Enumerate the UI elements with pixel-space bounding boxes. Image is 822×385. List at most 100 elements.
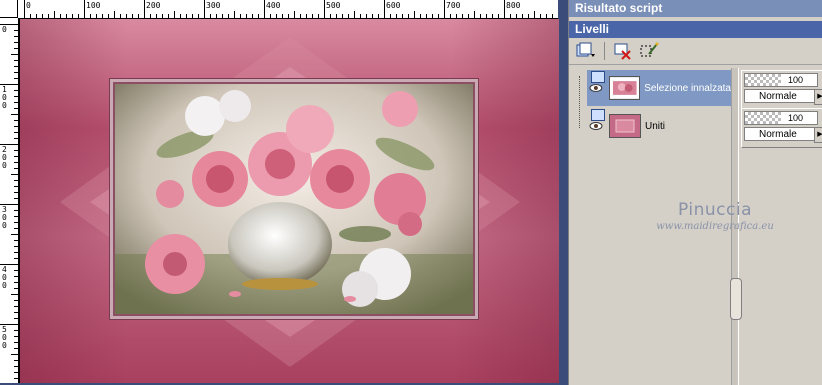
ruler-minor-tick xyxy=(14,300,18,301)
ruler-minor-tick xyxy=(48,14,49,18)
ruler-label: 300 xyxy=(206,1,221,10)
ruler-minor-tick xyxy=(14,120,18,121)
opacity-slider[interactable]: 100 xyxy=(744,73,818,87)
script-output-panel-title[interactable]: Risultato script xyxy=(569,0,822,17)
blend-mode-select[interactable]: Normale ▶ xyxy=(744,89,822,105)
layer-row-uniti[interactable]: Uniti xyxy=(587,108,731,144)
ruler-minor-tick xyxy=(336,14,337,18)
ruler-minor-tick xyxy=(210,14,211,18)
layer-thumbnail xyxy=(609,114,641,138)
ruler-label: 400 xyxy=(2,265,7,290)
ruler-minor-tick xyxy=(14,30,18,31)
ruler-minor-tick xyxy=(14,270,18,271)
ruler-minor-tick xyxy=(150,14,151,18)
ruler-minor-tick xyxy=(72,14,73,18)
ruler-major-tick xyxy=(24,0,25,18)
layer-thumbnail xyxy=(608,76,641,100)
ruler-minor-tick xyxy=(246,14,247,18)
opacity-checker xyxy=(745,74,781,86)
ruler-minor-tick xyxy=(120,14,121,18)
ruler-minor-tick xyxy=(378,14,379,18)
ruler-label: 0 xyxy=(26,1,31,10)
layers-panel-title[interactable]: Livelli xyxy=(569,21,822,38)
layer-name[interactable]: Selezione innalzata xyxy=(644,83,731,94)
ruler-minor-tick xyxy=(14,252,18,253)
opacity-slider[interactable]: 100 xyxy=(744,111,818,125)
eye-icon[interactable] xyxy=(589,83,603,93)
opacity-value: 100 xyxy=(787,75,803,85)
edit-selection-button[interactable] xyxy=(638,41,660,61)
ruler-minor-tick xyxy=(66,14,67,18)
ruler-horizontal: 0 100 200 300 400 500 600 700 800 xyxy=(18,0,558,19)
canvas-area[interactable]: 0 100 200 300 400 500 600 700 800 0 100 200 300 400 5… xyxy=(0,0,568,385)
ruler-minor-tick xyxy=(14,126,18,127)
ruler-minor-tick xyxy=(402,14,403,18)
ruler-major-tick xyxy=(324,0,325,18)
ruler-minor-tick xyxy=(306,14,307,18)
ruler-minor-tick xyxy=(486,14,487,18)
ruler-minor-tick xyxy=(474,11,475,18)
new-layer-button[interactable] xyxy=(575,41,597,61)
ruler-major-tick xyxy=(144,0,145,18)
ruler-minor-tick xyxy=(360,14,361,18)
ruler-minor-tick xyxy=(300,14,301,18)
ruler-minor-tick xyxy=(14,288,18,289)
chevron-right-icon[interactable]: ▶ xyxy=(814,127,822,143)
ruler-minor-tick xyxy=(14,312,18,313)
eye-icon[interactable] xyxy=(589,121,603,131)
ruler-minor-tick xyxy=(14,342,18,343)
chevron-right-icon[interactable]: ▶ xyxy=(814,89,822,105)
ruler-minor-tick xyxy=(288,14,289,18)
ruler-minor-tick xyxy=(14,216,18,217)
ruler-minor-tick xyxy=(510,14,511,18)
ruler-minor-tick xyxy=(11,54,18,55)
ruler-minor-tick xyxy=(258,14,259,18)
ruler-minor-tick xyxy=(516,14,517,18)
ruler-minor-tick xyxy=(216,14,217,18)
layer-tree-line xyxy=(579,76,580,128)
ruler-minor-tick xyxy=(126,14,127,18)
ruler-label: 500 xyxy=(326,1,341,10)
ruler-minor-tick xyxy=(14,210,18,211)
ruler-minor-tick xyxy=(534,11,535,18)
ruler-minor-tick xyxy=(14,90,18,91)
ruler-label: 700 xyxy=(446,1,461,10)
ruler-minor-tick xyxy=(276,14,277,18)
canvas-edge xyxy=(558,0,568,385)
ruler-minor-tick xyxy=(270,14,271,18)
delete-layer-icon xyxy=(614,43,631,60)
ruler-minor-tick xyxy=(14,330,18,331)
ruler-minor-tick xyxy=(198,14,199,18)
layer-row-selezione-innalzata[interactable]: Selezione innalzata xyxy=(587,70,731,106)
ruler-minor-tick xyxy=(14,132,18,133)
layer-name[interactable]: Uniti xyxy=(645,121,665,132)
ruler-minor-tick xyxy=(14,138,18,139)
ruler-minor-tick xyxy=(90,14,91,18)
ruler-minor-tick xyxy=(54,11,55,18)
ruler-minor-tick xyxy=(252,14,253,18)
layers-toolbar xyxy=(569,38,822,65)
ruler-minor-tick xyxy=(390,14,391,18)
ruler-minor-tick xyxy=(14,192,18,193)
toolbar-separator xyxy=(604,42,605,60)
ruler-minor-tick xyxy=(180,14,181,18)
framed-picture[interactable] xyxy=(113,82,475,316)
ruler-minor-tick xyxy=(11,294,18,295)
ruler-minor-tick xyxy=(192,14,193,18)
ruler-minor-tick xyxy=(468,14,469,18)
raster-layer-icon xyxy=(591,71,605,83)
delete-layer-button[interactable] xyxy=(612,41,634,61)
ruler-minor-tick xyxy=(14,156,18,157)
ruler-major-tick xyxy=(84,0,85,18)
ruler-minor-tick xyxy=(11,234,18,235)
blend-mode-select[interactable]: Normale ▶ xyxy=(744,127,822,143)
watermark: Pinuccia www.maidiregrafica.eu xyxy=(640,200,790,232)
ruler-minor-tick xyxy=(14,186,18,187)
ruler-minor-tick xyxy=(450,14,451,18)
ruler-label: 800 xyxy=(506,1,521,10)
image-canvas[interactable] xyxy=(19,19,559,383)
ruler-minor-tick xyxy=(14,42,18,43)
ruler-minor-tick xyxy=(132,14,133,18)
ruler-minor-tick xyxy=(138,14,139,18)
ruler-minor-tick xyxy=(240,14,241,18)
